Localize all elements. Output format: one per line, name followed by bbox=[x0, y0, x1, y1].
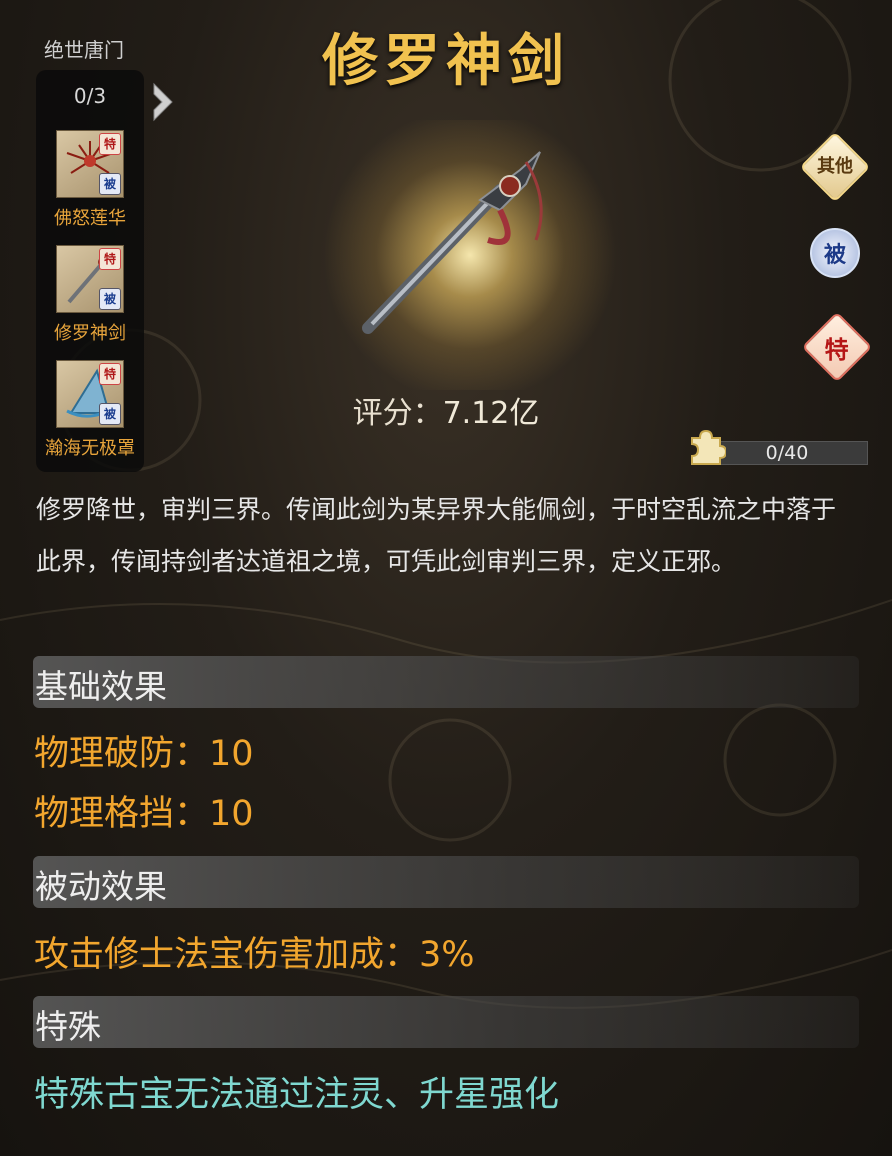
special-button-label: 特 bbox=[825, 335, 849, 364]
passive-tag: 被 bbox=[99, 173, 121, 195]
special-tag: 特 bbox=[99, 363, 121, 385]
set-item-fonu-lianhua[interactable]: 特 被 佛怒莲华 bbox=[36, 130, 144, 230]
passive-button[interactable]: 被 bbox=[810, 228, 860, 278]
effect-line-physical-block: 物理格挡：10 bbox=[34, 794, 254, 834]
set-item-label: 瀚海无极罩 bbox=[45, 438, 135, 459]
special-effects-header: 特殊 bbox=[33, 996, 859, 1048]
set-item-label: 佛怒莲华 bbox=[54, 208, 126, 229]
lotus-treasure-icon: 特 被 bbox=[56, 130, 124, 198]
set-item-xiuluo-shenjian[interactable]: 特 被 修罗神剑 bbox=[36, 245, 144, 345]
basic-effects-header: 基础效果 bbox=[33, 656, 859, 708]
special-tag: 特 bbox=[99, 133, 121, 155]
item-score: 评分：7.12亿 bbox=[0, 388, 892, 432]
item-title: 修罗神剑 bbox=[322, 29, 570, 94]
fragment-count: 0/40 bbox=[765, 442, 809, 464]
effect-line-damage-bonus: 攻击修士法宝伤害加成：3% bbox=[34, 935, 475, 975]
special-button[interactable]: 特 bbox=[801, 311, 873, 383]
item-description: 修罗降世，审判三界。传闻此剑为某异界大能佩剑，于时空乱流之中落于此界，传闻持剑者… bbox=[36, 495, 837, 576]
score-value: 7.12亿 bbox=[442, 396, 540, 431]
fragment-progress-bar: 0/40 bbox=[716, 441, 868, 465]
special-tag: 特 bbox=[99, 248, 121, 270]
puzzle-piece-icon bbox=[691, 429, 726, 465]
effect-line-special-note: 特殊古宝无法通过注灵、升星强化 bbox=[34, 1075, 560, 1115]
other-button[interactable]: 其他 bbox=[799, 131, 871, 203]
set-item-label: 修罗神剑 bbox=[54, 323, 126, 344]
sword-icon bbox=[362, 151, 543, 334]
section-title: 特殊 bbox=[35, 1007, 101, 1046]
section-title: 基础效果 bbox=[35, 667, 167, 706]
score-label: 评分： bbox=[352, 396, 443, 431]
sword-treasure-icon: 特 被 bbox=[56, 245, 124, 313]
passive-button-label: 被 bbox=[823, 243, 846, 268]
section-title: 被动效果 bbox=[35, 867, 167, 906]
passive-tag: 被 bbox=[99, 288, 121, 310]
effect-line-physical-penetration: 物理破防：10 bbox=[34, 734, 254, 774]
other-button-label: 其他 bbox=[817, 156, 853, 177]
passive-effects-header: 被动效果 bbox=[33, 856, 859, 908]
